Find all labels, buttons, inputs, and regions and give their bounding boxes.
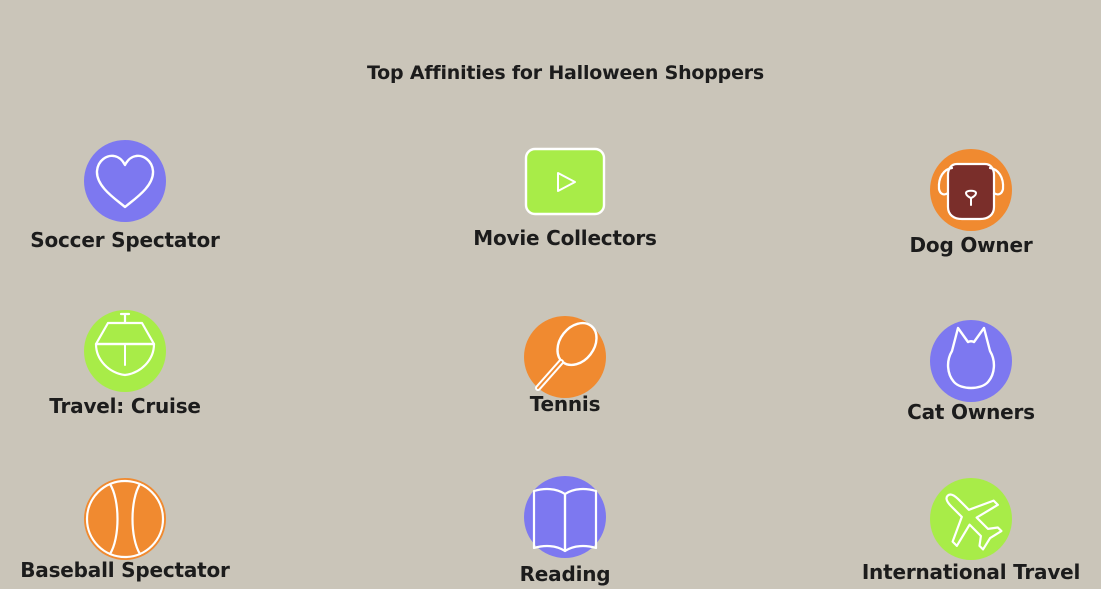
book-icon — [524, 476, 606, 558]
affinity-label: Baseball Spectator — [20, 558, 230, 582]
ball-icon — [84, 478, 166, 560]
affinity-label: Movie Collectors — [473, 226, 657, 250]
affinity-movie-collectors: Movie Collectors — [435, 146, 695, 250]
affinity-label: Dog Owner — [909, 233, 1033, 257]
affinity-travel-cruise: Travel: Cruise — [0, 310, 255, 418]
affinity-soccer-spectator: Soccer Spectator — [0, 140, 255, 252]
affinity-label: Reading — [519, 562, 611, 586]
affinity-international-travel: International Travel — [841, 478, 1101, 584]
tennis-racket-icon — [524, 316, 606, 398]
affinity-label: International Travel — [861, 560, 1081, 584]
cat-icon — [930, 320, 1012, 402]
ship-icon — [84, 310, 166, 392]
affinity-reading: Reading — [435, 476, 695, 586]
affinity-dog-owner: Dog Owner — [841, 149, 1101, 257]
affinity-tennis: Tennis — [435, 316, 695, 416]
affinity-cat-owners: Cat Owners — [841, 320, 1101, 424]
heart-icon — [84, 140, 166, 222]
affinity-label: Travel: Cruise — [49, 394, 201, 418]
dog-icon — [930, 149, 1012, 231]
affinity-label: Tennis — [529, 392, 601, 416]
play-button-icon — [524, 146, 606, 228]
page-title: Top Affinities for Halloween Shoppers — [366, 62, 765, 84]
airplane-icon — [930, 478, 1012, 560]
affinity-label: Cat Owners — [907, 400, 1035, 424]
affinity-label: Soccer Spectator — [30, 228, 220, 252]
affinity-baseball-spectator: Baseball Spectator — [0, 478, 255, 582]
